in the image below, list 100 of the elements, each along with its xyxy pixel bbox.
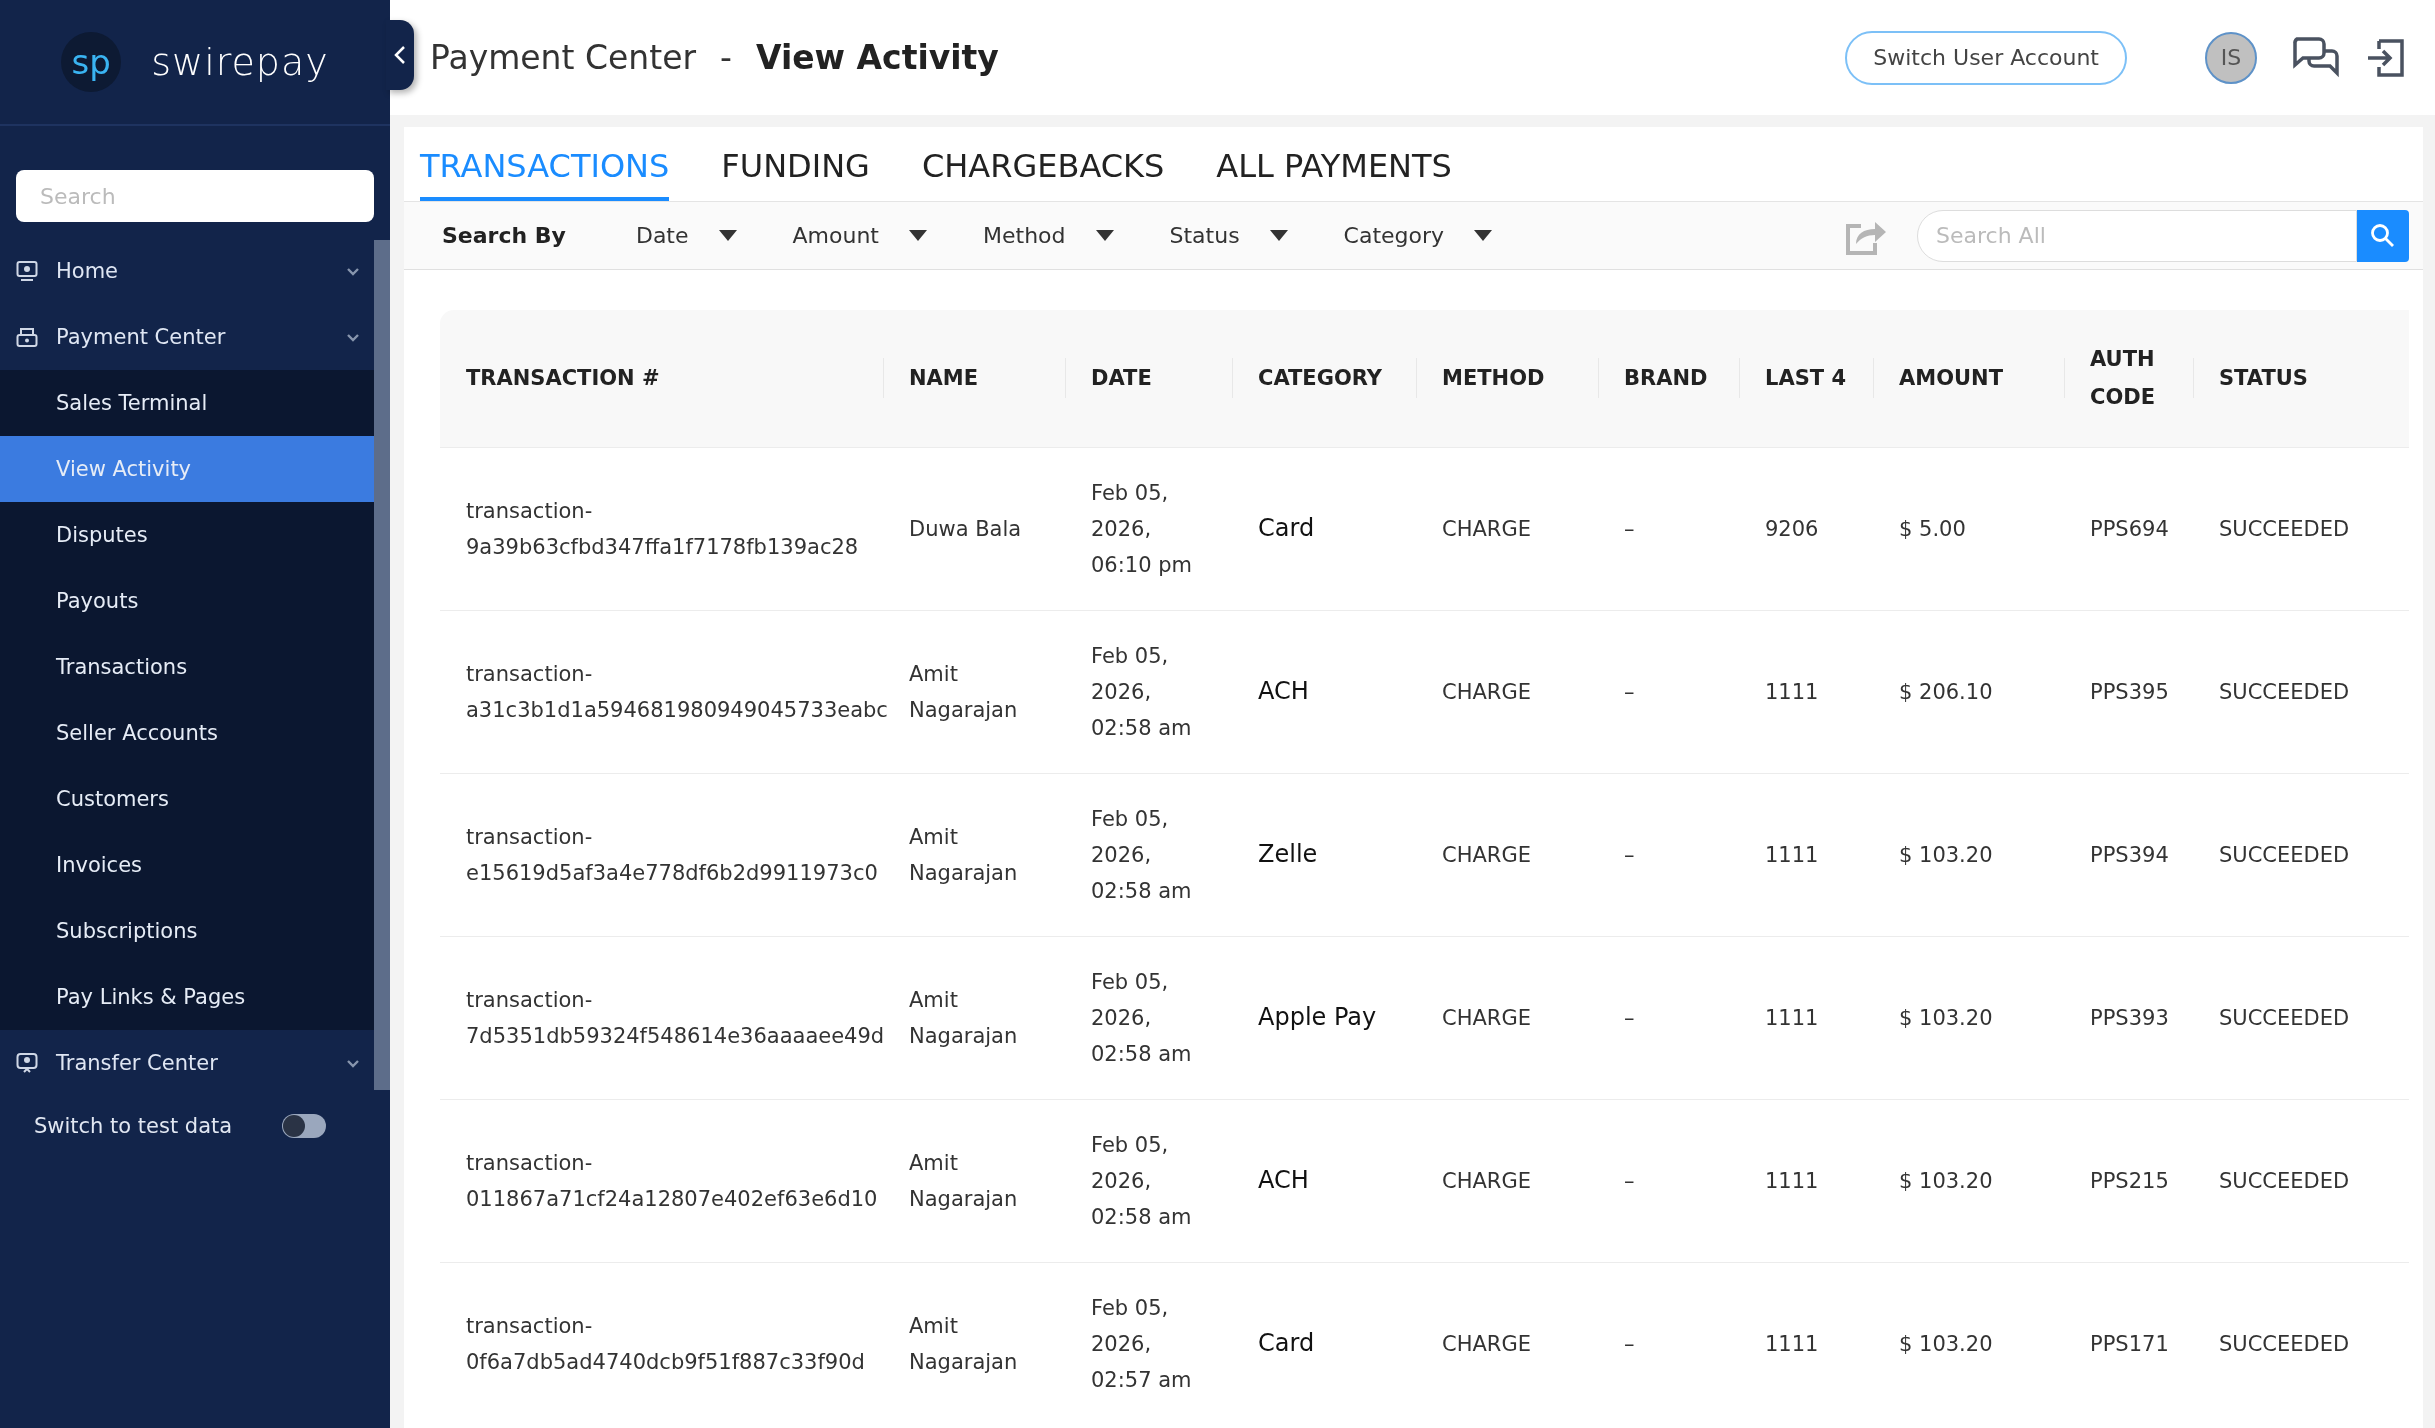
nav-item[interactable]: Payouts — [0, 568, 374, 634]
column-header: AMOUNT — [1873, 310, 2064, 447]
table-cell-text: ACH — [1258, 1165, 1309, 1197]
nav-item[interactable]: Customers — [0, 766, 374, 832]
table-cell-text: transaction-e15619d5af3a4e778df6b2d9911973c0 — [466, 823, 878, 887]
register-icon — [16, 326, 38, 348]
search-button[interactable] — [2357, 209, 2409, 262]
filter-dropdown[interactable]: Status — [1169, 223, 1288, 248]
table-cell-text: PPS394 — [2090, 841, 2169, 869]
table-cell-text: $ 103.20 — [1899, 1004, 1993, 1032]
nav-group-label: Transfer Center — [56, 1051, 219, 1075]
nav-group-label: Home — [56, 259, 119, 283]
table-cell-text: transaction-011867a71cf24a12807e402ef63e6d10 — [466, 1149, 878, 1213]
table-cell-text: SUCCEEDED — [2219, 841, 2350, 869]
table-cell-text: 1111 — [1765, 1330, 1819, 1358]
test-data-toggle[interactable] — [282, 1114, 326, 1138]
table-cell-text: Feb 05, 2026, 02:58 am — [1091, 805, 1193, 906]
page-title: View Activity — [755, 38, 999, 77]
filter-dropdown[interactable]: Date — [635, 223, 737, 248]
search-by-label: Search By — [442, 223, 566, 248]
search-all-field[interactable]: Search All — [1917, 209, 2357, 262]
table-cell-text: PPS395 — [2090, 678, 2169, 706]
table-cell-text: Feb 05, 2026, 02:58 am — [1091, 1131, 1193, 1232]
breadcrumb-separator: - — [720, 38, 732, 77]
column-header: CATEGORY — [1232, 310, 1416, 447]
logout-icon[interactable] — [2365, 36, 2407, 79]
table-cell-text: SUCCEEDED — [2219, 515, 2350, 543]
breadcrumb-section: Payment Center — [430, 38, 697, 77]
tab[interactable]: ALL PAYMENTS — [1216, 147, 1452, 201]
table-cell-text: $ 103.20 — [1899, 1167, 1993, 1195]
table-cell-text: SUCCEEDED — [2219, 1167, 2350, 1195]
monitor-icon — [16, 260, 38, 282]
filter-dropdown[interactable]: Amount — [792, 223, 927, 248]
collapse-sidebar-button[interactable] — [386, 20, 414, 90]
table-cell-text: $ 206.10 — [1899, 678, 1993, 706]
user-avatar[interactable]: IS — [2205, 31, 2257, 84]
nav-item[interactable]: Transactions — [0, 634, 374, 700]
table-cell-text: 9206 — [1765, 515, 1819, 543]
table-cell-text: – — [1624, 1330, 1635, 1358]
table-cell-text: CHARGE — [1442, 678, 1531, 706]
test-data-label: Switch to test data — [34, 1114, 233, 1138]
table-cell-text: Feb 05, 2026, 02:58 am — [1091, 642, 1193, 743]
tab[interactable]: CHARGEBACKS — [921, 147, 1165, 201]
table-cell-text: Feb 05, 2026, 02:58 am — [1091, 968, 1193, 1069]
table-cell-text: $ 103.20 — [1899, 1330, 1993, 1358]
table-cell-text: 1111 — [1765, 1004, 1819, 1032]
nav-item[interactable]: Pay Links & Pages — [0, 964, 374, 1030]
sidebar-search-field[interactable]: Search — [16, 170, 374, 222]
table-cell-text: – — [1624, 1004, 1635, 1032]
table-cell-text: 1111 — [1765, 678, 1819, 706]
search-icon — [2370, 222, 2396, 249]
table-cell-text: Card — [1258, 513, 1315, 545]
filter-dropdown[interactable]: Method — [983, 223, 1114, 248]
nav-group-item[interactable]: Transfer Center — [0, 1030, 374, 1096]
filter-dropdown[interactable]: Category — [1343, 223, 1493, 248]
caret-icon — [1474, 230, 1493, 241]
column-header: METHOD — [1416, 310, 1598, 447]
transfer-icon — [16, 1052, 38, 1074]
logo-wordmark: swirepay — [151, 40, 329, 84]
table-cell-text: ACH — [1258, 676, 1309, 708]
caret-icon — [718, 230, 737, 241]
table-cell-text: 1111 — [1765, 1167, 1819, 1195]
caret-icon — [1095, 230, 1114, 241]
table-cell-text: – — [1624, 515, 1635, 543]
table-cell-text: transaction-a31c3b1d1a594681980949045733eabc — [466, 660, 888, 724]
nav-group-item[interactable]: Home — [0, 238, 374, 304]
scrollbar[interactable] — [374, 240, 390, 1090]
table-cell-text: transaction-0f6a7db5ad4740dcb9f51f887c33f90d — [466, 1312, 866, 1376]
chevron-left-icon — [393, 44, 407, 66]
table-cell-text: CHARGE — [1442, 841, 1531, 869]
table-cell-text: Amit Nagarajan — [909, 1312, 1019, 1376]
nav-group-label: Payment Center — [56, 325, 227, 349]
table-cell-text: CHARGE — [1442, 1167, 1531, 1195]
table-cell-text: Amit Nagarajan — [909, 660, 1019, 724]
table-cell-text: CHARGE — [1442, 1330, 1531, 1358]
table-cell-text: Amit Nagarajan — [909, 986, 1019, 1050]
table-cell-text: – — [1624, 678, 1635, 706]
nav-item[interactable]: Sales Terminal — [0, 370, 374, 436]
caret-icon — [1269, 230, 1288, 241]
nav-item[interactable]: Invoices — [0, 832, 374, 898]
column-header: BRAND — [1598, 310, 1739, 447]
table-cell-text: transaction-9a39b63cfbd347ffa1f7178fb139ac28 — [466, 497, 860, 561]
table-cell-text: 1111 — [1765, 841, 1819, 869]
table-cell-text: SUCCEEDED — [2219, 1004, 2350, 1032]
column-header: DATE — [1065, 310, 1232, 447]
logo-mark: sp — [61, 32, 122, 92]
nav-item[interactable]: Subscriptions — [0, 898, 374, 964]
table-cell-text: Feb 05, 2026, 02:57 am — [1091, 1294, 1193, 1395]
column-header: LAST 4 — [1739, 310, 1873, 447]
table-cell-text: Card — [1258, 1328, 1315, 1360]
tab[interactable]: FUNDING — [721, 147, 870, 201]
nav-group-item[interactable]: Payment Center — [0, 304, 374, 370]
column-header: NAME — [883, 310, 1065, 447]
table-cell-text: Feb 05, 2026, 06:10 pm — [1091, 479, 1193, 580]
table-cell-text: $ 103.20 — [1899, 841, 1993, 869]
nav-item[interactable]: Seller Accounts — [0, 700, 374, 766]
switch-account-button[interactable]: Switch User Account — [1845, 30, 2127, 85]
nav-item[interactable]: Disputes — [0, 502, 374, 568]
chevron-down-icon — [346, 266, 360, 276]
table-cell-text: CHARGE — [1442, 515, 1531, 543]
